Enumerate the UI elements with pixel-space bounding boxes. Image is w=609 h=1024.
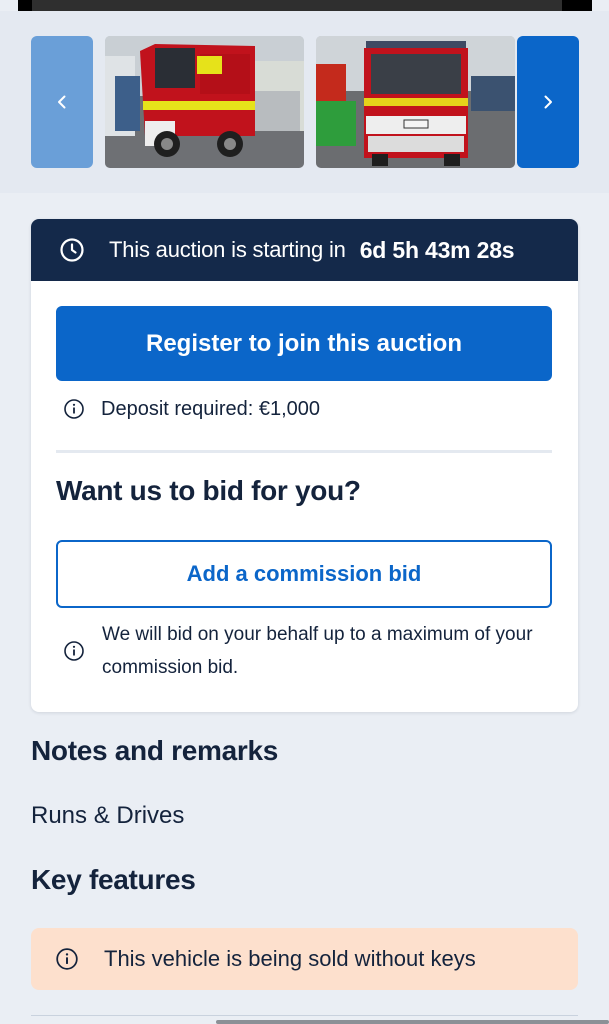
notes-text: Runs & Drives: [31, 802, 185, 829]
fire-truck-front-image: [316, 36, 515, 168]
image-gallery: [0, 11, 609, 193]
info-icon: [64, 399, 84, 419]
gallery-next-button[interactable]: [517, 36, 579, 168]
section-divider: [31, 1015, 578, 1016]
hero-image-bottom: [18, 0, 592, 11]
commission-bid-info: We will bid on your behalf up to a maxim…: [63, 618, 553, 684]
deposit-text: Deposit required: €1,000: [101, 397, 321, 420]
scroll-indicator: [216, 1020, 609, 1024]
gallery-thumbnail-side[interactable]: [105, 36, 304, 168]
fire-truck-side-image: [105, 36, 304, 168]
info-icon: [56, 948, 78, 970]
register-button[interactable]: Register to join this auction: [56, 306, 552, 381]
chevron-left-icon: [58, 95, 66, 109]
clock-icon: [60, 238, 84, 262]
auction-countdown: 6d 5h 43m 28s: [359, 236, 515, 263]
auction-start-label: This auction is starting in: [109, 237, 346, 262]
gallery-prev-button[interactable]: [31, 36, 93, 168]
feature-no-keys-banner: This vehicle is being sold without keys: [31, 928, 578, 990]
add-commission-bid-button[interactable]: Add a commission bid: [56, 540, 552, 608]
commission-note-text: We will bid on your behalf up to a maxim…: [102, 624, 533, 678]
auction-countdown-bar: This auction is starting in 6d 5h 43m 28…: [31, 219, 578, 281]
info-icon: [64, 641, 84, 661]
key-features-heading: Key features: [31, 864, 196, 895]
notes-heading: Notes and remarks: [31, 735, 279, 766]
chevron-right-icon: [544, 95, 552, 109]
feature-text: This vehicle is being sold without keys: [104, 946, 476, 971]
divider: [56, 450, 552, 453]
auction-card: This auction is starting in 6d 5h 43m 28…: [31, 219, 578, 712]
deposit-info: Deposit required: €1,000: [63, 393, 320, 425]
gallery-thumbnail-front[interactable]: [316, 36, 515, 168]
commission-bid-heading: Want us to bid for you?: [56, 475, 361, 506]
